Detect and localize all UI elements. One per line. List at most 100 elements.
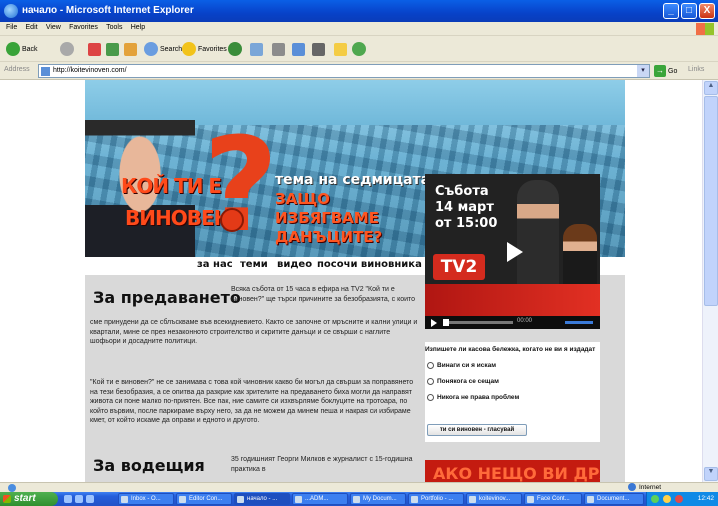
print-icon — [272, 42, 285, 56]
menu-view[interactable]: View — [46, 24, 61, 31]
messenger-icon — [352, 42, 366, 56]
poll-option-3[interactable]: Никога не права проблем — [427, 394, 519, 401]
back-button[interactable]: Back — [6, 41, 38, 57]
favorites-button[interactable]: Favorites — [182, 41, 227, 57]
task-editor[interactable]: Editor Con... — [176, 493, 232, 505]
article-title-show: За предаването — [93, 288, 241, 307]
poll-option-1[interactable]: Винаги си я искам — [427, 362, 496, 369]
forward-button[interactable] — [60, 41, 76, 57]
print-button[interactable] — [272, 41, 287, 57]
play-icon[interactable] — [507, 242, 523, 262]
home-button[interactable] — [124, 41, 139, 57]
radio-icon[interactable] — [427, 362, 434, 369]
angry-face-icon — [220, 208, 244, 232]
ie-quicklaunch-icon[interactable] — [64, 495, 72, 503]
edit-icon — [292, 42, 305, 56]
scroll-thumb[interactable] — [704, 96, 718, 306]
address-url: http://koitevinoven.com/ — [53, 67, 127, 74]
seek-bar[interactable] — [443, 321, 513, 324]
page-viewport: ? КОЙ ТИ Е ВИНОВЕН тема на седмицата: ЗА… — [0, 80, 702, 482]
topic-text[interactable]: ЗАЩО ИЗБЯГВАМЕ ДАНЪЦИТЕ? — [275, 190, 425, 247]
search-icon — [144, 42, 158, 56]
tray-icon[interactable] — [651, 495, 659, 503]
window-title: начало - Microsoft Internet Explorer — [22, 5, 194, 16]
maximize-button[interactable]: □ — [681, 3, 697, 19]
home-icon — [124, 42, 137, 56]
refresh-icon — [106, 42, 119, 56]
task-portfolio[interactable]: Portfolio - ... — [408, 493, 464, 505]
scroll-up-icon[interactable]: ▲ — [704, 81, 718, 95]
toolbar: Back Search Favorites — [0, 36, 718, 62]
search-button[interactable]: Search — [144, 41, 182, 57]
system-tray: 12:42 — [646, 492, 718, 506]
stop-button[interactable] — [88, 41, 103, 57]
article-para-1: сме принудени да се сблъскваме във всеки… — [90, 319, 418, 345]
messenger-button[interactable] — [352, 41, 368, 57]
video-time: 00:00 — [517, 318, 533, 324]
radio-icon[interactable] — [427, 394, 434, 401]
poll-question: Изпишете ли касова бележка, когато не ви… — [425, 346, 596, 353]
task-document[interactable]: Document... — [584, 493, 644, 505]
edit-button[interactable] — [292, 41, 307, 57]
tray-icon[interactable] — [663, 495, 671, 503]
play-button[interactable] — [431, 319, 437, 327]
menu-tools[interactable]: Tools — [106, 24, 122, 31]
site-page: ? КОЙ ТИ Е ВИНОВЕН тема на седмицата: ЗА… — [85, 80, 625, 482]
scroll-down-icon[interactable]: ▼ — [704, 467, 718, 481]
article-intro-show: Всяка събота от 15 часа в ефира на TV2 "… — [231, 286, 416, 303]
task-face-cont[interactable]: Face Cont... — [524, 493, 582, 505]
promo-red-band — [425, 284, 600, 316]
headline-line-2: ВИНОВЕН — [125, 206, 230, 230]
task-inbox[interactable]: Inbox - O... — [118, 493, 174, 505]
vote-button[interactable]: ти си виновен - гласувай — [427, 424, 527, 436]
volume-slider[interactable] — [565, 321, 593, 324]
address-label: Address — [4, 66, 30, 73]
media-quicklaunch-icon[interactable] — [86, 495, 94, 503]
clock: 12:42 — [697, 495, 714, 502]
back-arrow-icon — [6, 42, 20, 56]
radio-icon[interactable] — [427, 378, 434, 385]
article-intro-host: 35 годишният Георги Милков е журналист с… — [231, 456, 413, 473]
folder-button[interactable] — [334, 41, 349, 57]
desktop-quicklaunch-icon[interactable] — [75, 495, 83, 503]
discuss-button[interactable] — [312, 41, 327, 57]
ad-banner[interactable]: АКО НЕЩО ВИ ДРАЗНИ — [425, 460, 600, 482]
nav-about[interactable]: за нас — [197, 259, 233, 270]
mail-button[interactable] — [250, 41, 265, 57]
star-icon — [182, 42, 196, 56]
minimize-button[interactable]: _ — [663, 3, 679, 19]
close-button[interactable]: X — [699, 3, 715, 19]
chevron-down-icon[interactable]: ▾ — [637, 65, 649, 77]
discuss-icon — [312, 42, 325, 56]
start-button[interactable]: start — [0, 492, 58, 506]
task-ie-active[interactable]: начало - ... — [234, 493, 290, 505]
menu-help[interactable]: Help — [131, 24, 145, 31]
tray-icon[interactable] — [675, 495, 683, 503]
ie-icon — [4, 4, 18, 18]
poll-option-2[interactable]: Понякога се сещам — [427, 378, 499, 385]
menu-favorites[interactable]: Favorites — [69, 24, 98, 31]
tv2-logo: TV2 — [433, 254, 485, 280]
seek-handle[interactable] — [443, 319, 449, 326]
nav-point-culprit[interactable]: посочи виновника — [317, 259, 422, 270]
nav-topics[interactable]: теми — [240, 259, 268, 270]
headline-line-1: КОЙ ТИ Е — [121, 174, 222, 198]
menu-edit[interactable]: Edit — [26, 24, 38, 31]
menu-file[interactable]: File — [6, 24, 17, 31]
mail-icon — [250, 42, 263, 56]
nav-video[interactable]: видео — [277, 259, 312, 270]
task-my-documents[interactable]: My Docum... — [350, 493, 406, 505]
host-figure — [517, 180, 559, 300]
task-adm[interactable]: ...ADM... — [292, 493, 348, 505]
history-button[interactable] — [228, 41, 244, 57]
stop-icon — [88, 42, 101, 56]
task-koitevinov[interactable]: koitevinov... — [466, 493, 522, 505]
links-button[interactable]: Links — [688, 66, 704, 73]
vertical-scrollbar[interactable]: ▲ ▼ — [702, 80, 718, 482]
promo-date: Събота 14 март от 15:00 — [435, 184, 498, 231]
page-icon — [41, 67, 50, 76]
address-input[interactable]: http://koitevinoven.com/ ▾ — [38, 64, 650, 78]
refresh-button[interactable] — [106, 41, 121, 57]
video-promo[interactable]: Събота 14 март от 15:00 TV2 00:00 — [425, 174, 600, 329]
go-button[interactable]: → Go — [654, 65, 677, 77]
